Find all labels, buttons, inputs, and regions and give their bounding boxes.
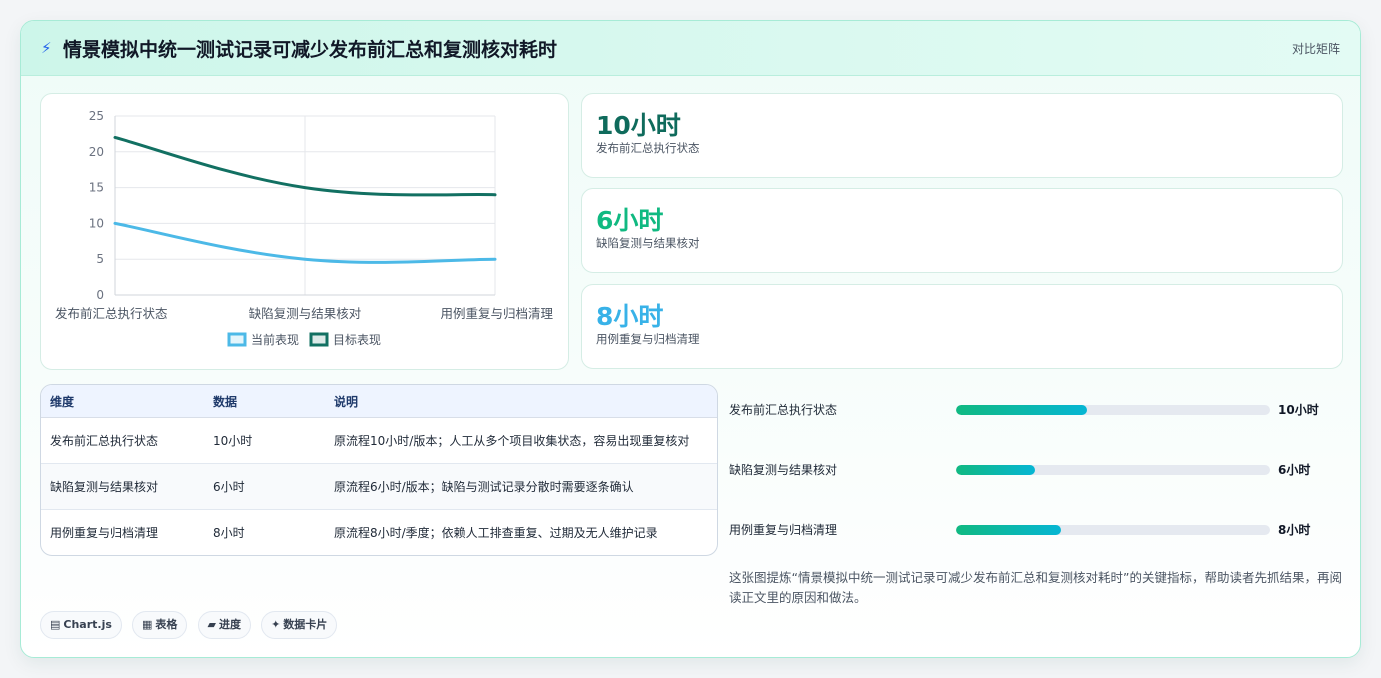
progress-track	[956, 525, 1270, 535]
line-chart-panel: 0 5 10 15 20 25 发布前汇总执行状态 缺陷复测与结果核对 用例重复与归档清理当前表…	[40, 93, 569, 370]
progress-row: 发布前汇总执行状态 10小时	[729, 397, 1329, 421]
column-header: 说明	[325, 385, 717, 418]
table-cell: 原流程8小时/季度；依赖人工排查重复、过期及无人维护记录	[334, 526, 658, 540]
progress-row: 缺陷复测与结果核对 6小时	[729, 457, 1329, 481]
y-tick-label: 15	[89, 181, 104, 195]
progress-value: 6小时	[1278, 463, 1311, 477]
table-icon: ▦	[142, 618, 153, 631]
chart-icon: ▤	[50, 618, 61, 631]
table-row: 缺陷复测与结果核对 6小时 原流程6小时/版本；缺陷与测试记录分散时需要逐条确认	[41, 463, 717, 510]
column-header: 维度	[41, 385, 204, 418]
y-tick-label: 10	[89, 216, 104, 230]
chip-data-cards[interactable]: ✦ 数据卡片	[261, 611, 338, 639]
line-chart: 0 5 10 15 20 25 发布前汇总执行状态 缺陷复测与结果核对 用例重复与归档清理当前表…	[55, 109, 553, 347]
progress-list: 发布前汇总执行状态 10小时 缺陷复测与结果核对 6小时 用例重复与归档清理 8…	[729, 391, 1329, 561]
progress-label: 缺陷复测与结果核对	[729, 463, 838, 477]
legend-swatch	[227, 332, 247, 347]
y-tick-label: 0	[96, 288, 104, 302]
report-card: ⚡ 情景模拟中统一测试记录可减少发布前汇总和复测核对耗时 对比矩阵 0 5 10 15…	[20, 20, 1361, 658]
progress-row: 用例重复与归档清理 8小时	[729, 517, 1329, 541]
column-header: 数据	[204, 385, 325, 418]
table-cell: 10小时	[204, 417, 325, 464]
y-tick-label: 5	[96, 252, 104, 266]
metric-value: 10小时	[596, 111, 681, 140]
y-tick-label: 20	[89, 145, 104, 159]
table-cell: 发布前汇总执行状态	[41, 417, 204, 464]
metric-card: 10小时 发布前汇总执行状态	[581, 93, 1343, 178]
table-row: 用例重复与归档清理 8小时 原流程8小时/季度；依赖人工排查重复、过期及无人维护…	[41, 510, 717, 556]
chip-chartjs[interactable]: ▤ Chart.js	[40, 611, 122, 639]
table-header-row: 维度 数据 说明	[41, 385, 717, 418]
progress-fill	[956, 465, 1035, 475]
legend-label: 当前表现	[251, 332, 299, 347]
legend-label: 目标表现	[333, 333, 381, 347]
progress-value: 8小时	[1278, 523, 1311, 537]
chip-label: 表格	[155, 618, 178, 631]
card-header: ⚡ 情景模拟中统一测试记录可减少发布前汇总和复测核对耗时 对比矩阵	[21, 21, 1360, 76]
table-cell: 原流程6小时/版本；缺陷与测试记录分散时需要逐条确认	[325, 463, 717, 510]
y-tick-label: 25	[89, 109, 104, 123]
table-cell: 原流程10小时/版本；人工从多个项目收集状态，容易出现重复核对	[325, 417, 717, 464]
chip-label: Chart.js	[63, 618, 112, 631]
view-tag[interactable]: 对比矩阵	[1292, 40, 1340, 57]
table-cell: 缺陷复测与结果核对	[41, 463, 204, 510]
progress-fill	[956, 405, 1087, 415]
sparkle-icon: ✦	[271, 618, 281, 631]
progress-track	[956, 405, 1270, 415]
data-table: 维度 数据 说明 发布前汇总执行状态 10小时 原流程10小时/版本；人工从多个…	[40, 384, 718, 556]
table-row: 发布前汇总执行状态 10小时 原流程10小时/版本；人工从多个项目收集状态，容易…	[41, 417, 717, 464]
metric-value: 6小时	[596, 206, 664, 235]
metric-value: 8小时	[596, 302, 664, 331]
progress-label: 用例重复与归档清理	[729, 523, 838, 537]
legend-swatch	[309, 332, 329, 347]
progress-value: 10小时	[1278, 403, 1319, 417]
metric-label: 发布前汇总执行状态	[596, 141, 700, 155]
metric-card: 8小时 用例重复与归档清理	[581, 284, 1343, 369]
summary-note: 这张图提炼“情景模拟中统一测试记录可减少发布前汇总和复测核对耗时”的关键指标，帮…	[729, 570, 1342, 605]
x-tick-label: 用例重复与归档清理	[440, 306, 553, 321]
table-cell: 6小时	[204, 463, 325, 510]
chip-label: 进度	[218, 618, 241, 631]
progress-label: 发布前汇总执行状态	[729, 403, 838, 417]
progress-icon: ▰	[207, 618, 216, 631]
table-cell: 8小时	[213, 526, 245, 540]
feature-chips: ▤ Chart.js ▦ 表格 ▰ 进度 ✦ 数据卡片	[40, 611, 342, 639]
page-title: 情景模拟中统一测试记录可减少发布前汇总和复测核对耗时	[63, 39, 558, 61]
x-tick-label: 发布前汇总执行状态	[55, 306, 168, 321]
chip-table[interactable]: ▦ 表格	[132, 611, 188, 639]
x-tick-label: 缺陷复测与结果核对	[249, 306, 362, 321]
chip-label: 数据卡片	[283, 618, 328, 631]
metric-label: 用例重复与归档清理	[596, 332, 700, 346]
progress-track	[956, 465, 1270, 475]
progress-fill	[956, 525, 1061, 535]
bolt-icon: ⚡	[41, 39, 52, 57]
metric-label: 缺陷复测与结果核对	[596, 236, 700, 250]
table-cell: 用例重复与归档清理	[50, 526, 159, 540]
metric-card: 6小时 缺陷复测与结果核对	[581, 188, 1343, 273]
chip-progress[interactable]: ▰ 进度	[197, 611, 251, 639]
